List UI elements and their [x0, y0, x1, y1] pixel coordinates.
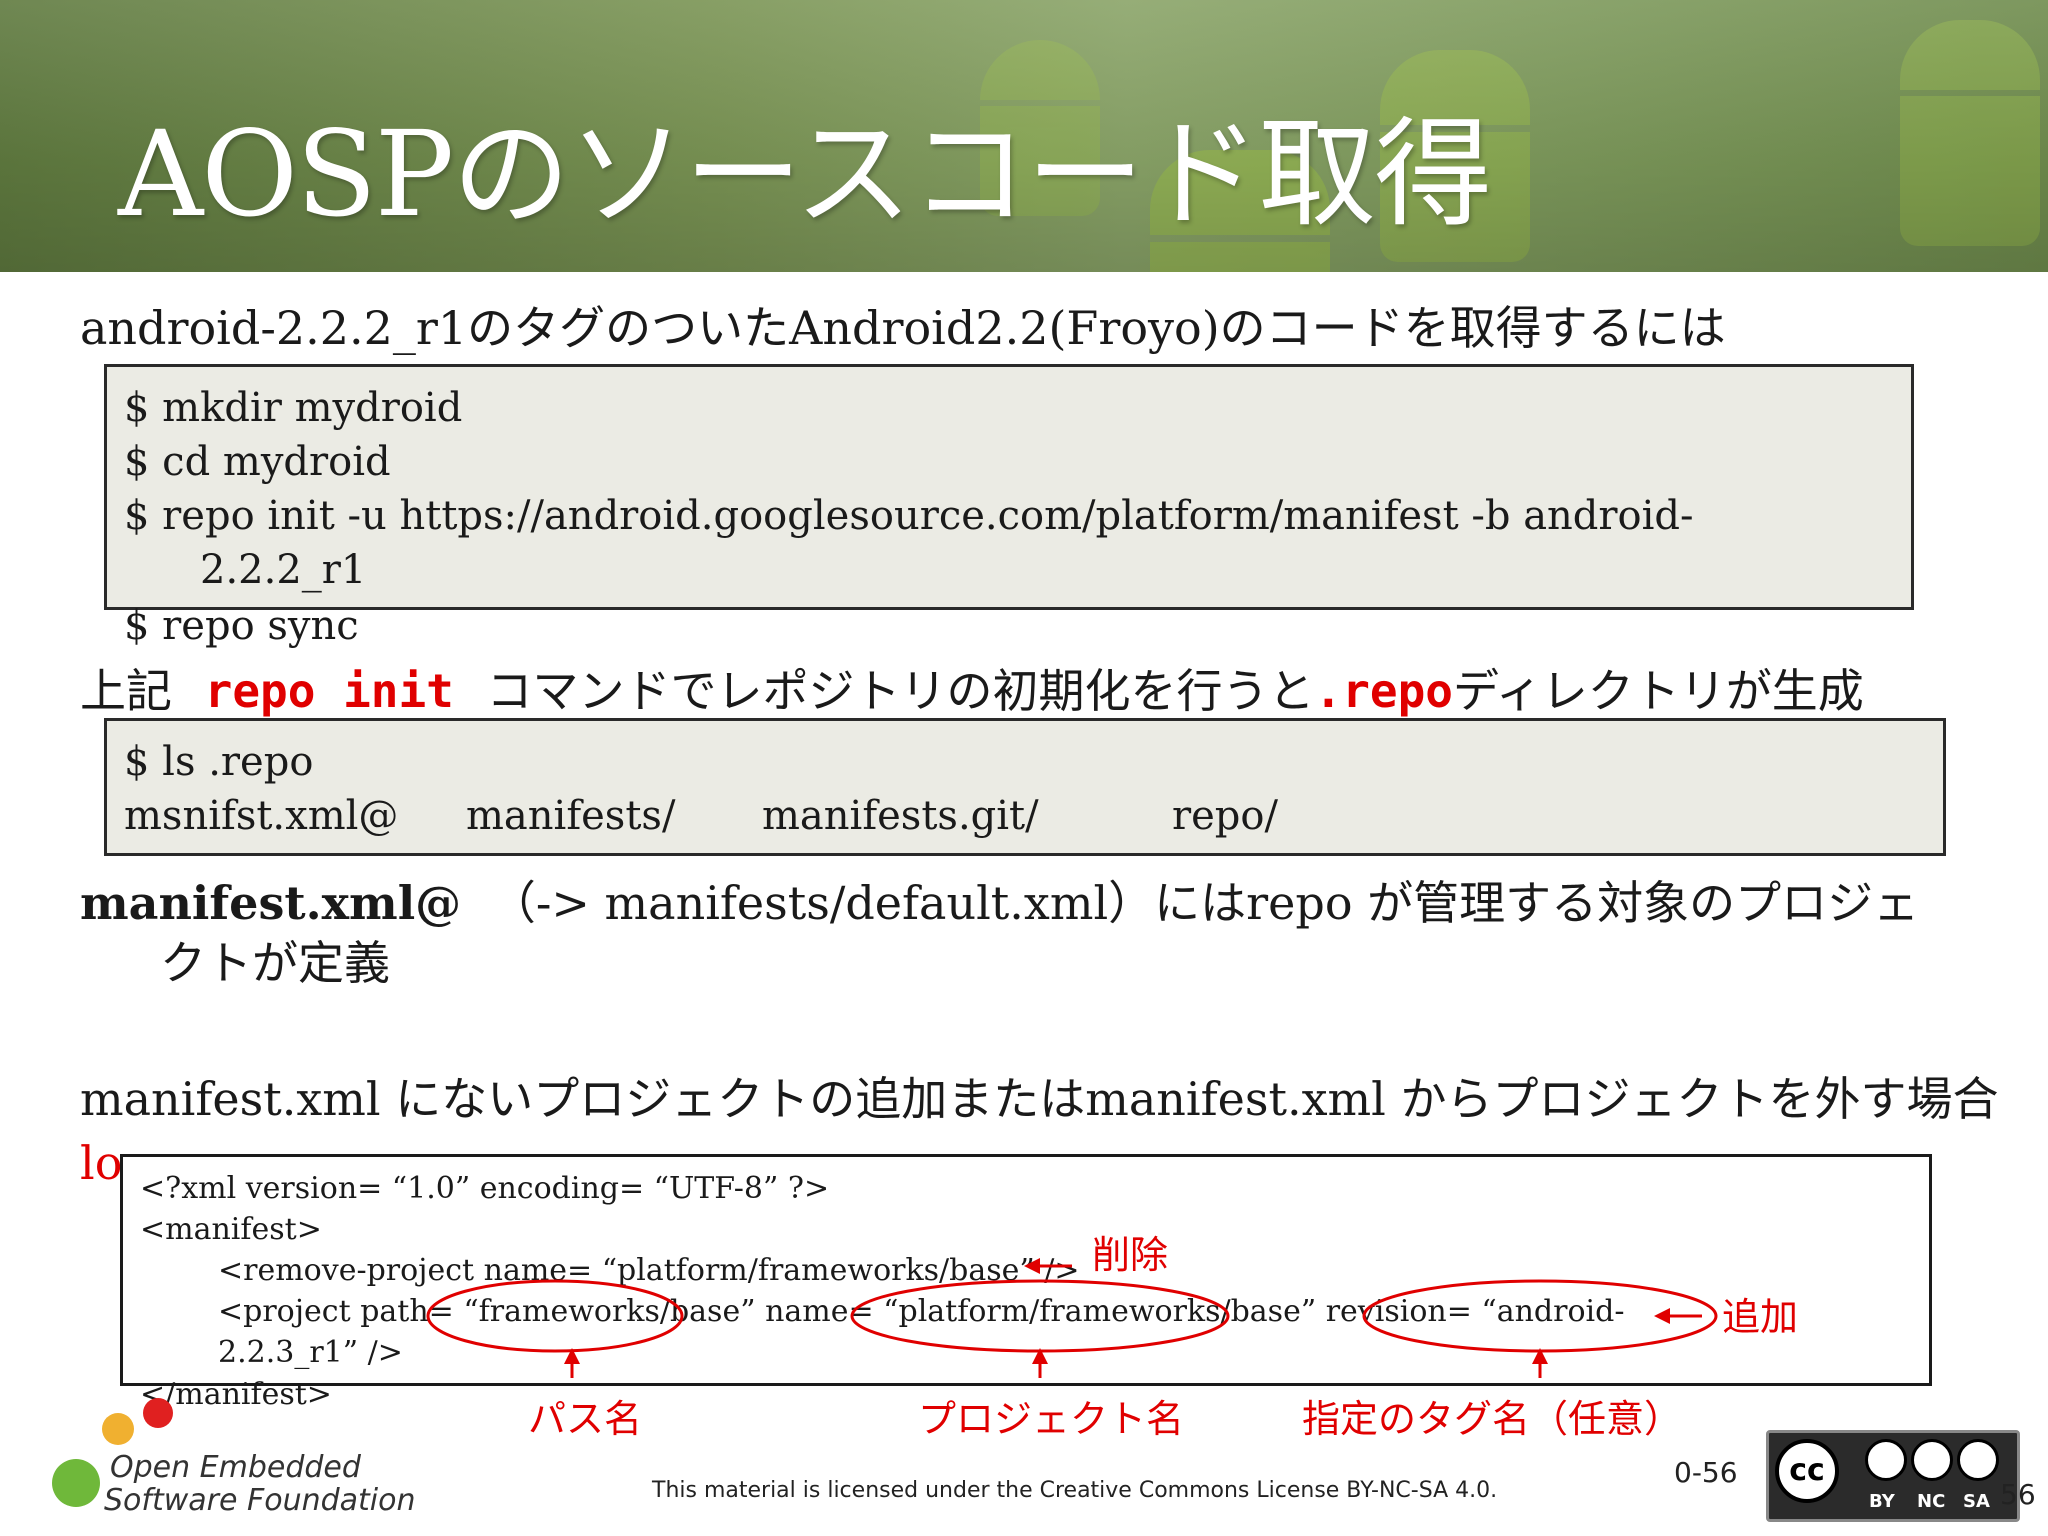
directory-item: repo/	[1172, 793, 1278, 839]
xml-line: <?xml version= “1.0” encoding= “UTF-8” ?…	[140, 1171, 830, 1206]
code-line: $ cd mydroid	[124, 439, 391, 485]
directory-item: msnifst.xml@	[124, 793, 399, 839]
code-line: 2.2.2_r1	[200, 547, 367, 593]
cc-sa-label: SA	[1963, 1491, 1990, 1512]
path-name-annotation: パス名	[528, 1397, 643, 1441]
repo-init-prefix: 上記	[80, 664, 172, 718]
cc-nc-label: NC	[1917, 1491, 1946, 1512]
code-line: $ mkdir mydroid	[124, 385, 463, 431]
directory-item: manifests.git/	[762, 793, 1039, 839]
repo-init-suffix: ディレクトリが生成	[1452, 664, 1864, 718]
cc-by-label: BY	[1869, 1491, 1895, 1512]
nc-icon	[1911, 1439, 1953, 1481]
page-title: AOSPのソースコード取得	[118, 105, 1492, 243]
repo-dir-name: .repo	[1314, 664, 1453, 718]
remove-annotation: 削除	[1092, 1233, 1169, 1277]
project-name-annotation: プロジェクト名	[918, 1397, 1185, 1441]
page-code: 0-56	[1674, 1456, 1738, 1489]
tag-name-annotation: 指定のタグ名（任意）	[1302, 1397, 1683, 1441]
license-text: This material is licensed under the Crea…	[652, 1478, 1498, 1503]
logo-text-line2: Software Foundation	[104, 1483, 416, 1518]
xml-line: <remove-project name= “platform/framewor…	[218, 1253, 1080, 1288]
local-manifest-description: manifest.xml にないプロジェクトの追加またはmanifest.xml…	[80, 1072, 1999, 1126]
code-line: $ ls .repo	[124, 739, 314, 785]
logo-text-line1: Open Embedded	[110, 1450, 361, 1485]
xml-line: <manifest>	[140, 1212, 322, 1247]
xml-line: <project path= “frameworks/base” name= “…	[218, 1294, 1625, 1329]
xml-line: 2.2.3_r1” />	[218, 1335, 403, 1370]
local-manifest-filename: lo	[80, 1136, 123, 1190]
cc-icon: cc	[1775, 1439, 1839, 1503]
by-icon	[1865, 1439, 1907, 1481]
sa-icon	[1957, 1439, 1999, 1481]
directory-item: manifests/	[466, 793, 676, 839]
cc-license-badge: cc BY NC SA	[1766, 1430, 2020, 1522]
manifest-description-cont: クトが定義	[160, 936, 390, 990]
manifest-filename: manifest.xml@	[80, 876, 462, 930]
add-annotation: 追加	[1722, 1295, 1799, 1339]
manifest-description: manifest.xml@ （-> manifests/default.xml）…	[80, 880, 1919, 926]
repo-init-description: 上記 repo init コマンドでレポジトリの初期化を行うと.repoディレク…	[80, 668, 1864, 714]
intro-text: android-2.2.2_r1のタグのついたAndroid2.2(Froyo)…	[80, 301, 1726, 355]
repo-init-command: repo init	[204, 664, 454, 718]
code-line: $ repo sync	[124, 603, 359, 649]
page-number: 56	[2000, 1478, 2036, 1511]
repo-init-middle: コマンドでレポジトリの初期化を行うと	[486, 664, 1315, 718]
manifest-description-rest: （-> manifests/default.xml）にはrepo が管理する対象…	[489, 876, 1920, 930]
code-line: $ repo init -u https://android.googlesou…	[124, 493, 1694, 539]
android-robot-icon	[1900, 20, 2040, 260]
